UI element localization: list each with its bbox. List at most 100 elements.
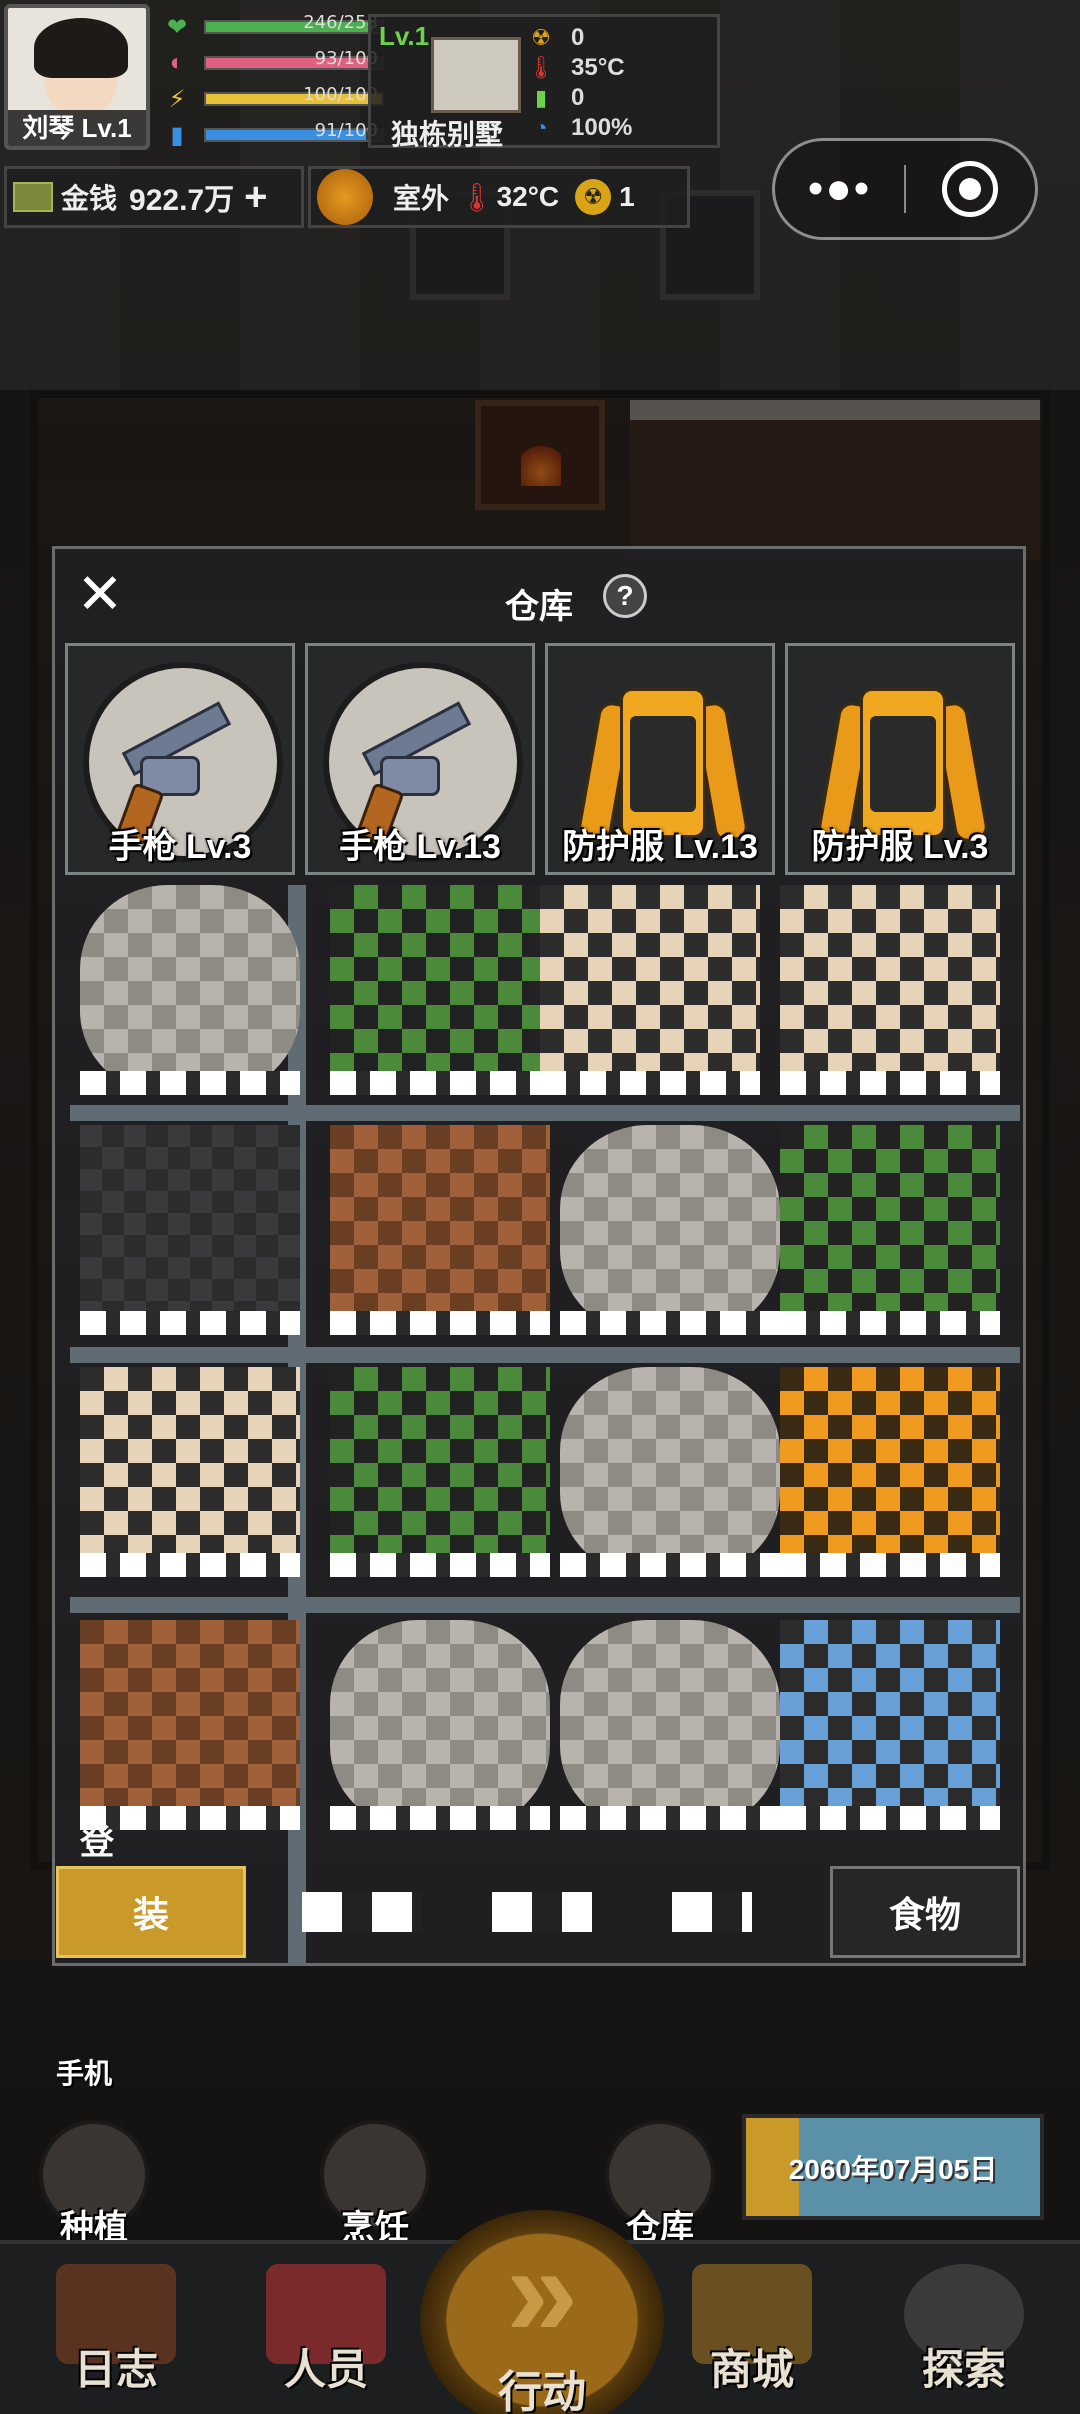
nav-staff-label: 人员 bbox=[283, 2346, 368, 2393]
player-avatar[interactable]: 刘琴 Lv.1 bbox=[4, 4, 150, 150]
grid-divider bbox=[70, 1597, 1020, 1613]
stat-bar: 246/258 bbox=[204, 12, 384, 34]
tab-obscured[interactable] bbox=[492, 1892, 592, 1932]
thermometer-icon: 🌡 bbox=[527, 55, 555, 80]
obscured-item-tile[interactable] bbox=[80, 885, 300, 1095]
house-pollution-value: 0 bbox=[571, 84, 585, 111]
obscured-item-tile[interactable] bbox=[80, 1367, 300, 1577]
nav-shop[interactable]: 商城 bbox=[672, 2264, 832, 2397]
stat-row: ▮ 91/100 bbox=[162, 120, 384, 150]
house-icon bbox=[431, 37, 521, 113]
weather-location: 室外 bbox=[393, 183, 450, 214]
nav-explore[interactable]: 探索 bbox=[884, 2264, 1044, 2397]
obscured-item-tile[interactable] bbox=[330, 1367, 550, 1577]
stat-row: ❤ 246/258 bbox=[162, 12, 384, 42]
target-icon bbox=[942, 161, 999, 217]
obscured-item-tile[interactable] bbox=[560, 1367, 780, 1577]
plant-button[interactable]: 种植 bbox=[34, 2120, 154, 2249]
obscured-item-tile[interactable] bbox=[560, 1620, 780, 1830]
pistol-icon bbox=[114, 701, 254, 846]
energy-icon: ⚡ bbox=[168, 85, 186, 113]
current-date: 2060年07月05日 bbox=[788, 2154, 998, 2185]
item-label: 手枪 Lv.3 bbox=[108, 828, 252, 866]
avatar-hair bbox=[34, 18, 128, 78]
pie-chart-icon: ◔ bbox=[534, 115, 548, 140]
house-info-panel[interactable]: Lv.1 独栋别墅 ☢ 🌡 ▮ ◔ 0 35°C 0 100% bbox=[368, 14, 720, 150]
obscured-item-tile[interactable] bbox=[330, 885, 550, 1095]
weather-display: 室外 🌡 32°C ☢ 1 bbox=[308, 166, 690, 228]
stat-bar: 93/100 bbox=[204, 48, 384, 70]
warehouse-item-pistol[interactable]: 手枪 Lv.13 bbox=[305, 643, 535, 875]
obscured-item-tile[interactable] bbox=[80, 1125, 300, 1335]
partial-item-label: 登 bbox=[80, 1824, 114, 1862]
obscured-item-tile[interactable] bbox=[330, 1125, 550, 1335]
water-icon: ▮ bbox=[170, 121, 184, 149]
date-display: 2060年07月05日 bbox=[742, 2114, 1044, 2220]
house-radiation-value: 0 bbox=[571, 24, 585, 51]
house-percent-value: 100% bbox=[571, 114, 633, 141]
action-button[interactable]: » 行动 bbox=[420, 2210, 664, 2414]
miniprogram-capsule: •●• bbox=[772, 138, 1038, 240]
stomach-icon: ◐ bbox=[169, 49, 185, 76]
obscured-item-tile[interactable] bbox=[780, 1367, 1000, 1577]
obscured-item-tile[interactable] bbox=[780, 1620, 1000, 1830]
grid-divider bbox=[70, 1347, 1020, 1363]
warehouse-item-pistol[interactable]: 手枪 Lv.3 bbox=[65, 643, 295, 875]
obscured-item-tile[interactable] bbox=[330, 1620, 550, 1830]
player-name-level: 刘琴 Lv.1 bbox=[8, 110, 146, 146]
house-temperature-value: 35°C bbox=[571, 54, 625, 81]
thermometer-icon: 🌡 bbox=[459, 181, 495, 213]
item-label: 防护服 Lv.3 bbox=[811, 828, 989, 866]
tab-obscured[interactable] bbox=[302, 1892, 422, 1932]
radiation-icon: ☢ bbox=[575, 179, 612, 215]
close-miniprogram-button[interactable] bbox=[906, 161, 1035, 217]
phone-button[interactable]: 手机 bbox=[56, 2052, 112, 2092]
money-display: 金钱 922.7万 + bbox=[4, 166, 304, 228]
nav-shop-label: 商城 bbox=[709, 2346, 794, 2393]
action-label: 行动 bbox=[498, 2368, 586, 2414]
obscured-item-tile[interactable] bbox=[780, 1125, 1000, 1335]
nav-log[interactable]: 日志 bbox=[36, 2264, 196, 2397]
warehouse-title: 仓库 bbox=[505, 588, 573, 626]
nav-staff[interactable]: 人员 bbox=[246, 2264, 406, 2397]
more-options-button[interactable]: •●• bbox=[775, 167, 904, 211]
stat-row: ⚡ 100/100 bbox=[162, 84, 384, 114]
tab-equipment[interactable]: 装 bbox=[56, 1866, 246, 1958]
pixelated-item-region: 登 bbox=[40, 885, 1020, 1965]
pistol-icon bbox=[354, 701, 494, 846]
money-value: 922.7万 bbox=[129, 184, 235, 217]
warehouse-category-tabs: 装 食物 bbox=[52, 1866, 1026, 1958]
grid-divider bbox=[70, 1105, 1020, 1121]
warehouse-item-protective-suit[interactable]: 防护服 Lv.13 bbox=[545, 643, 775, 875]
radiation-icon: ☢ bbox=[531, 25, 551, 50]
add-money-button[interactable]: + bbox=[244, 177, 267, 217]
stat-value: 246/258 bbox=[303, 12, 378, 33]
warehouse-item-grid: 手枪 Lv.3 手枪 Lv.13 防护服 Lv.13 防护服 Lv.3 bbox=[65, 643, 1021, 875]
nav-explore-label: 探索 bbox=[921, 2346, 1006, 2393]
house-level: Lv.1 bbox=[379, 21, 430, 51]
obscured-item-tile[interactable] bbox=[560, 1125, 780, 1335]
nav-log-label: 日志 bbox=[73, 2346, 158, 2393]
house-name: 独栋别墅 bbox=[391, 119, 504, 150]
stat-bar: 91/100 bbox=[204, 120, 384, 142]
money-icon bbox=[13, 182, 53, 212]
money-label: 金钱 bbox=[61, 183, 118, 214]
outdoor-temperature: 32°C bbox=[496, 181, 560, 212]
tab-food[interactable]: 食物 bbox=[830, 1866, 1020, 1958]
tab-obscured[interactable] bbox=[672, 1892, 752, 1932]
warehouse-item-protective-suit[interactable]: 防护服 Lv.3 bbox=[785, 643, 1015, 875]
stat-row: ◐ 93/100 bbox=[162, 48, 384, 78]
stat-value: 100/100 bbox=[303, 84, 378, 105]
item-label: 防护服 Lv.13 bbox=[562, 828, 758, 866]
sun-icon bbox=[317, 169, 373, 225]
obscured-item-tile[interactable] bbox=[540, 885, 760, 1095]
fast-forward-icon: » bbox=[505, 2218, 579, 2364]
obscured-item-tile[interactable] bbox=[780, 885, 1000, 1095]
outdoor-radiation: 1 bbox=[619, 181, 635, 212]
obscured-item-tile[interactable] bbox=[80, 1620, 300, 1830]
pollution-icon: ▮ bbox=[534, 85, 548, 110]
heart-icon: ❤ bbox=[166, 13, 188, 41]
stat-bar: 100/100 bbox=[204, 84, 384, 106]
item-label: 手枪 Lv.13 bbox=[339, 828, 501, 866]
help-button[interactable]: ? bbox=[603, 574, 647, 618]
